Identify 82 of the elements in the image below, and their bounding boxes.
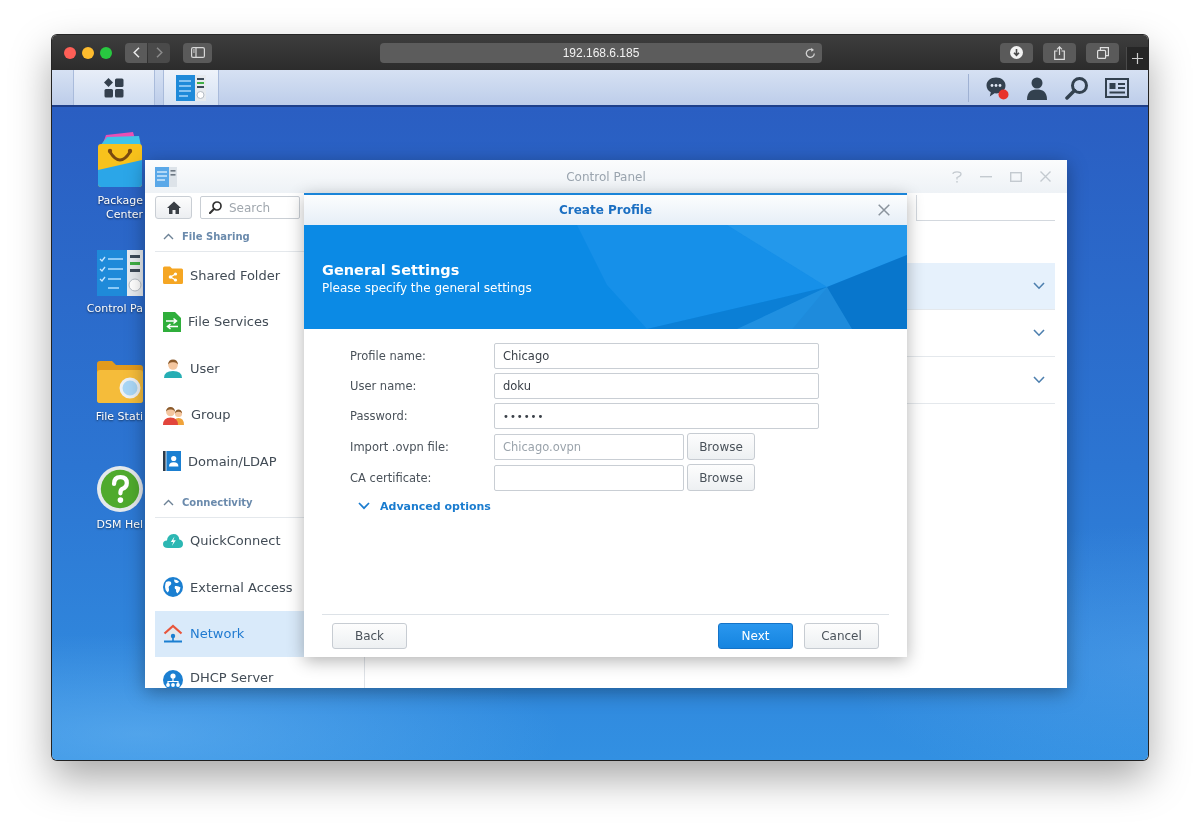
new-tab-button[interactable]	[1126, 47, 1148, 70]
field-label: CA certificate:	[350, 470, 433, 485]
folder-search-icon[interactable]	[97, 360, 143, 404]
back-button[interactable]	[125, 42, 147, 63]
section-header[interactable]: Connectivity	[182, 496, 253, 508]
chat-notification-icon[interactable]	[985, 75, 1009, 100]
shared-folder-icon	[163, 266, 183, 285]
field-label: Password:	[350, 409, 409, 423]
dialog-title: Create Profile	[558, 203, 653, 217]
sidebar-toggle-button[interactable]	[183, 42, 212, 63]
user-icon[interactable]	[1025, 75, 1049, 100]
control-panel-icon	[176, 74, 206, 101]
download-button[interactable]	[1000, 42, 1033, 63]
search-icon	[209, 201, 222, 214]
tabs-icon	[1096, 46, 1109, 59]
chevron-up-icon[interactable]	[163, 233, 174, 240]
sidebar-item[interactable]: External Access	[155, 564, 304, 611]
sidebar-item[interactable]: Group	[155, 391, 304, 438]
sidebar-item[interactable]: QuickConnect	[155, 517, 304, 564]
desktop-icon-label[interactable]: File Stati	[95, 410, 143, 424]
sidebar-item[interactable]: DHCP Server	[155, 657, 304, 688]
text-field[interactable]: Chicago	[494, 343, 819, 369]
banner-title: General Settings	[322, 261, 461, 280]
search-field[interactable]: Search	[200, 196, 300, 219]
file-transfer-icon	[163, 311, 181, 332]
sidebar-item[interactable]: File Services	[155, 298, 304, 345]
shopping-bag-icon[interactable]	[97, 132, 143, 188]
sidebar-item[interactable]: Shared Folder	[155, 252, 304, 299]
download-icon	[1010, 46, 1023, 59]
dialog-button[interactable]: Cancel	[804, 623, 879, 649]
cloud-lightning-icon	[163, 533, 183, 548]
close-icon[interactable]	[878, 204, 890, 216]
taskbar-app-button[interactable]	[163, 70, 219, 105]
file-path-field[interactable]	[494, 464, 684, 491]
share-button[interactable]	[1043, 42, 1076, 63]
browse-button[interactable]: Browse	[687, 464, 755, 491]
chevron-down-icon[interactable]	[1033, 329, 1045, 337]
chevron-down-icon[interactable]	[1033, 376, 1045, 384]
show-desktop-button[interactable]	[73, 70, 155, 105]
home-button[interactable]	[155, 196, 192, 219]
password-field[interactable]: ••••••	[494, 403, 819, 429]
sidebar-item[interactable]: Network	[155, 610, 304, 657]
advanced-options-toggle[interactable]: Advanced options	[358, 498, 491, 514]
share-icon	[1054, 45, 1065, 60]
tabs-button[interactable]	[1086, 42, 1119, 63]
sidebar-item[interactable]: Domain/LDAP	[155, 438, 304, 485]
search-icon[interactable]	[1065, 75, 1089, 100]
desktop-icon-label[interactable]: DSM Hel	[96, 518, 143, 532]
help-icon[interactable]	[97, 466, 143, 512]
text-field[interactable]: doku	[494, 373, 819, 399]
reload-icon[interactable]	[805, 46, 816, 59]
control-panel-icon[interactable]	[97, 250, 143, 296]
window-zoom-icon[interactable]	[100, 46, 112, 59]
browse-button[interactable]: Browse	[687, 433, 755, 460]
apps-grid-icon	[104, 77, 124, 98]
globe-icon	[163, 577, 183, 598]
chevron-down-icon[interactable]	[1033, 282, 1045, 290]
sidebar-item[interactable]: User	[155, 345, 304, 392]
house-network-icon	[163, 623, 183, 644]
plus-icon	[1132, 53, 1143, 64]
field-label: Import .ovpn file:	[350, 439, 450, 454]
group-icon	[163, 404, 184, 425]
chevron-left-icon	[132, 47, 140, 58]
contact-book-icon	[163, 451, 181, 472]
control-panel-icon	[155, 166, 177, 187]
chevron-right-icon	[155, 47, 163, 58]
window-close-icon[interactable]	[64, 46, 76, 59]
widget-card-icon[interactable]	[1105, 77, 1129, 98]
window-title: Control Panel	[566, 169, 646, 184]
field-label: Profile name:	[350, 349, 427, 363]
sidebar-icon	[190, 47, 205, 58]
desktop-icon-label[interactable]: Control Pa	[86, 302, 143, 316]
field-label: User name:	[350, 379, 418, 393]
dialog-button[interactable]: Back	[332, 623, 407, 649]
chevron-up-icon[interactable]	[163, 498, 174, 506]
desktop-icon-label[interactable]: Package Center	[79, 194, 143, 222]
user-icon	[163, 358, 183, 379]
banner-subtitle: Please specify the general settings	[322, 280, 533, 296]
window-minimize-icon[interactable]	[82, 46, 94, 59]
home-icon	[166, 201, 181, 214]
section-header[interactable]: File Sharing	[182, 231, 250, 242]
address-field[interactable]: 192.168.6.185	[380, 42, 822, 63]
